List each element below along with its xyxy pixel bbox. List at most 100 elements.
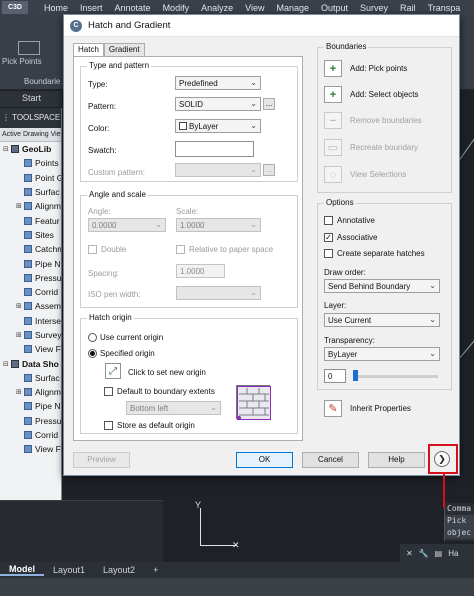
brick-pattern-icon [236, 385, 272, 421]
add-layout-button[interactable]: + [144, 565, 167, 575]
color-swatch-icon [179, 122, 187, 130]
tree-item[interactable]: ⊟ Data Sho [0, 356, 61, 370]
tree-item[interactable]: View F [0, 442, 61, 456]
tree-item[interactable]: Corrid [0, 285, 61, 299]
tab-layout2[interactable]: Layout2 [94, 565, 144, 575]
tree-item[interactable]: ⊟ GeoLib [0, 142, 61, 156]
angle-select[interactable]: 0.0000 ⌄ [88, 218, 166, 232]
boundaries-title: Boundaries [324, 42, 369, 51]
transparency-slider-thumb[interactable] [353, 370, 358, 381]
menu-annotate[interactable]: Annotate [109, 3, 157, 13]
help-button[interactable]: Help [368, 452, 425, 468]
tree-item[interactable]: Interse [0, 314, 61, 328]
tree-item[interactable]: ⊞ Survey [0, 328, 61, 342]
menu-manage[interactable]: Manage [270, 3, 315, 13]
relative-paper-space-checkbox[interactable]: Relative to paper space [176, 245, 273, 254]
tree-expander-icon[interactable]: ⊞ [16, 302, 22, 310]
pattern-browse-button[interactable]: ... [263, 98, 275, 110]
tree-item[interactable]: Surfac [0, 185, 61, 199]
tab-gradient[interactable]: Gradient [103, 43, 145, 56]
layer-select[interactable]: Use Current ⌄ [324, 313, 440, 327]
use-current-origin-radio[interactable]: Use current origin [88, 333, 163, 342]
tree-item[interactable]: View F [0, 342, 61, 356]
tree-expander-icon[interactable]: ⊟ [3, 360, 9, 368]
store-default-origin-checkbox[interactable]: Store as default origin [104, 421, 195, 430]
tree-item[interactable]: Surfac [0, 371, 61, 385]
recreate-boundary-button[interactable]: ▭ Recreate boundary [324, 139, 418, 156]
separate-hatches-checkbox[interactable]: Create separate hatches [324, 249, 425, 258]
close-icon[interactable]: ✕ [406, 549, 413, 558]
add-select-objects-button[interactable]: + Add: Select objects [324, 86, 418, 103]
menu-transparency[interactable]: Transpa [422, 3, 467, 13]
double-checkbox[interactable]: Double [88, 245, 126, 254]
tree-item[interactable]: Featur [0, 213, 61, 227]
inherit-properties-button[interactable]: ✎ Inherit Properties [324, 400, 411, 417]
tree-item[interactable]: Points [0, 156, 61, 170]
custom-pattern-browse-button[interactable]: ... [263, 164, 275, 176]
tree-expander-icon[interactable]: ⊞ [16, 202, 22, 210]
angle-scale-title: Angle and scale [87, 190, 148, 199]
menu-insert[interactable]: Insert [74, 3, 109, 13]
type-select[interactable]: Predefined ⌄ [175, 76, 261, 90]
tree-item[interactable]: Sites [0, 228, 61, 242]
menu-rail[interactable]: Rail [394, 3, 422, 13]
swatch-preview[interactable] [175, 141, 254, 157]
menu-analyze[interactable]: Analyze [195, 3, 239, 13]
tree-item[interactable]: Pressu [0, 414, 61, 428]
annotative-checkbox[interactable]: Annotative [324, 216, 375, 225]
iso-pen-width-select[interactable]: ⌄ [176, 286, 261, 300]
tree-item[interactable]: Pipe N [0, 256, 61, 270]
ribbon-pick-points-button[interactable]: Pick Points [2, 41, 42, 66]
toolspace-panel: ⋮ TOOLSPACE Active Drawing Vie ⊟ GeoLib Po… [0, 108, 62, 500]
add-pick-points-button[interactable]: + Add: Pick points [324, 60, 407, 77]
more-options-button[interactable]: ❯ [434, 451, 450, 467]
tree-item[interactable]: ⊞ Assem [0, 299, 61, 313]
tree-item[interactable]: Corrid [0, 428, 61, 442]
tab-layout1[interactable]: Layout1 [44, 565, 94, 575]
menu-modify[interactable]: Modify [157, 3, 196, 13]
menu-view[interactable]: View [239, 3, 270, 13]
associative-checkbox[interactable]: ✓ Associative [324, 233, 377, 242]
tree-item[interactable]: ⊞ Alignm [0, 385, 61, 399]
tree-item-label: Pressu [35, 272, 61, 283]
tree-expander-icon[interactable]: ⊟ [3, 145, 9, 153]
transparency-select[interactable]: ByLayer ⌄ [324, 347, 440, 361]
tree-item[interactable]: Catchm [0, 242, 61, 256]
view-selections-button[interactable]: ◌ View Selections [324, 166, 406, 183]
remove-boundaries-button[interactable]: − Remove boundaries [324, 112, 422, 129]
menu-output[interactable]: Output [315, 3, 354, 13]
transparency-slider-track[interactable] [355, 375, 438, 378]
transparency-value-input[interactable]: 0 [324, 369, 346, 383]
toolspace-tab-active-drawing[interactable]: Active Drawing Vie [0, 128, 61, 142]
dialog-titlebar[interactable]: C Hatch and Gradient [64, 15, 459, 37]
color-select[interactable]: ByLayer ⌄ [175, 119, 261, 133]
draw-order-select[interactable]: Send Behind Boundary ⌄ [324, 279, 440, 293]
command-input[interactable]: ✕ 🔧 ▤ Ha [400, 544, 474, 562]
app-badge[interactable]: C3D [2, 1, 28, 14]
tree-item[interactable]: Pipe N [0, 399, 61, 413]
tab-hatch[interactable]: Hatch [73, 43, 104, 56]
collection-node-icon [24, 188, 32, 197]
specified-origin-radio[interactable]: Specified origin [88, 349, 155, 358]
tree-item[interactable]: ⊞ Alignm [0, 199, 61, 213]
spacing-input[interactable]: 1.0000 [176, 264, 225, 278]
boundary-extent-select[interactable]: Bottom left ⌄ [126, 401, 221, 415]
tab-model[interactable]: Model [0, 564, 44, 576]
preview-button[interactable]: Preview [73, 452, 130, 468]
menu-home[interactable]: Home [38, 3, 74, 13]
set-origin-button[interactable]: ⤢ [105, 363, 121, 379]
scale-select[interactable]: 1.0000 ⌄ [176, 218, 261, 232]
cancel-button[interactable]: Cancel [302, 452, 359, 468]
tree-expander-icon[interactable]: ⊞ [16, 388, 22, 396]
tree-item[interactable]: Pressu [0, 271, 61, 285]
pattern-select[interactable]: SOLID ⌄ [175, 97, 261, 111]
tree-item[interactable]: Point G [0, 171, 61, 185]
tree-expander-icon[interactable]: ⊞ [16, 331, 22, 339]
pattern-label: Pattern: [88, 102, 117, 111]
wrench-icon[interactable]: 🔧 [419, 549, 429, 558]
custom-pattern-select[interactable]: ⌄ [175, 163, 261, 177]
default-boundary-extents-checkbox[interactable]: Default to boundary extents [104, 387, 215, 396]
menu-survey[interactable]: Survey [354, 3, 394, 13]
ok-button[interactable]: OK [236, 452, 293, 468]
start-tab[interactable]: Start [0, 91, 62, 107]
